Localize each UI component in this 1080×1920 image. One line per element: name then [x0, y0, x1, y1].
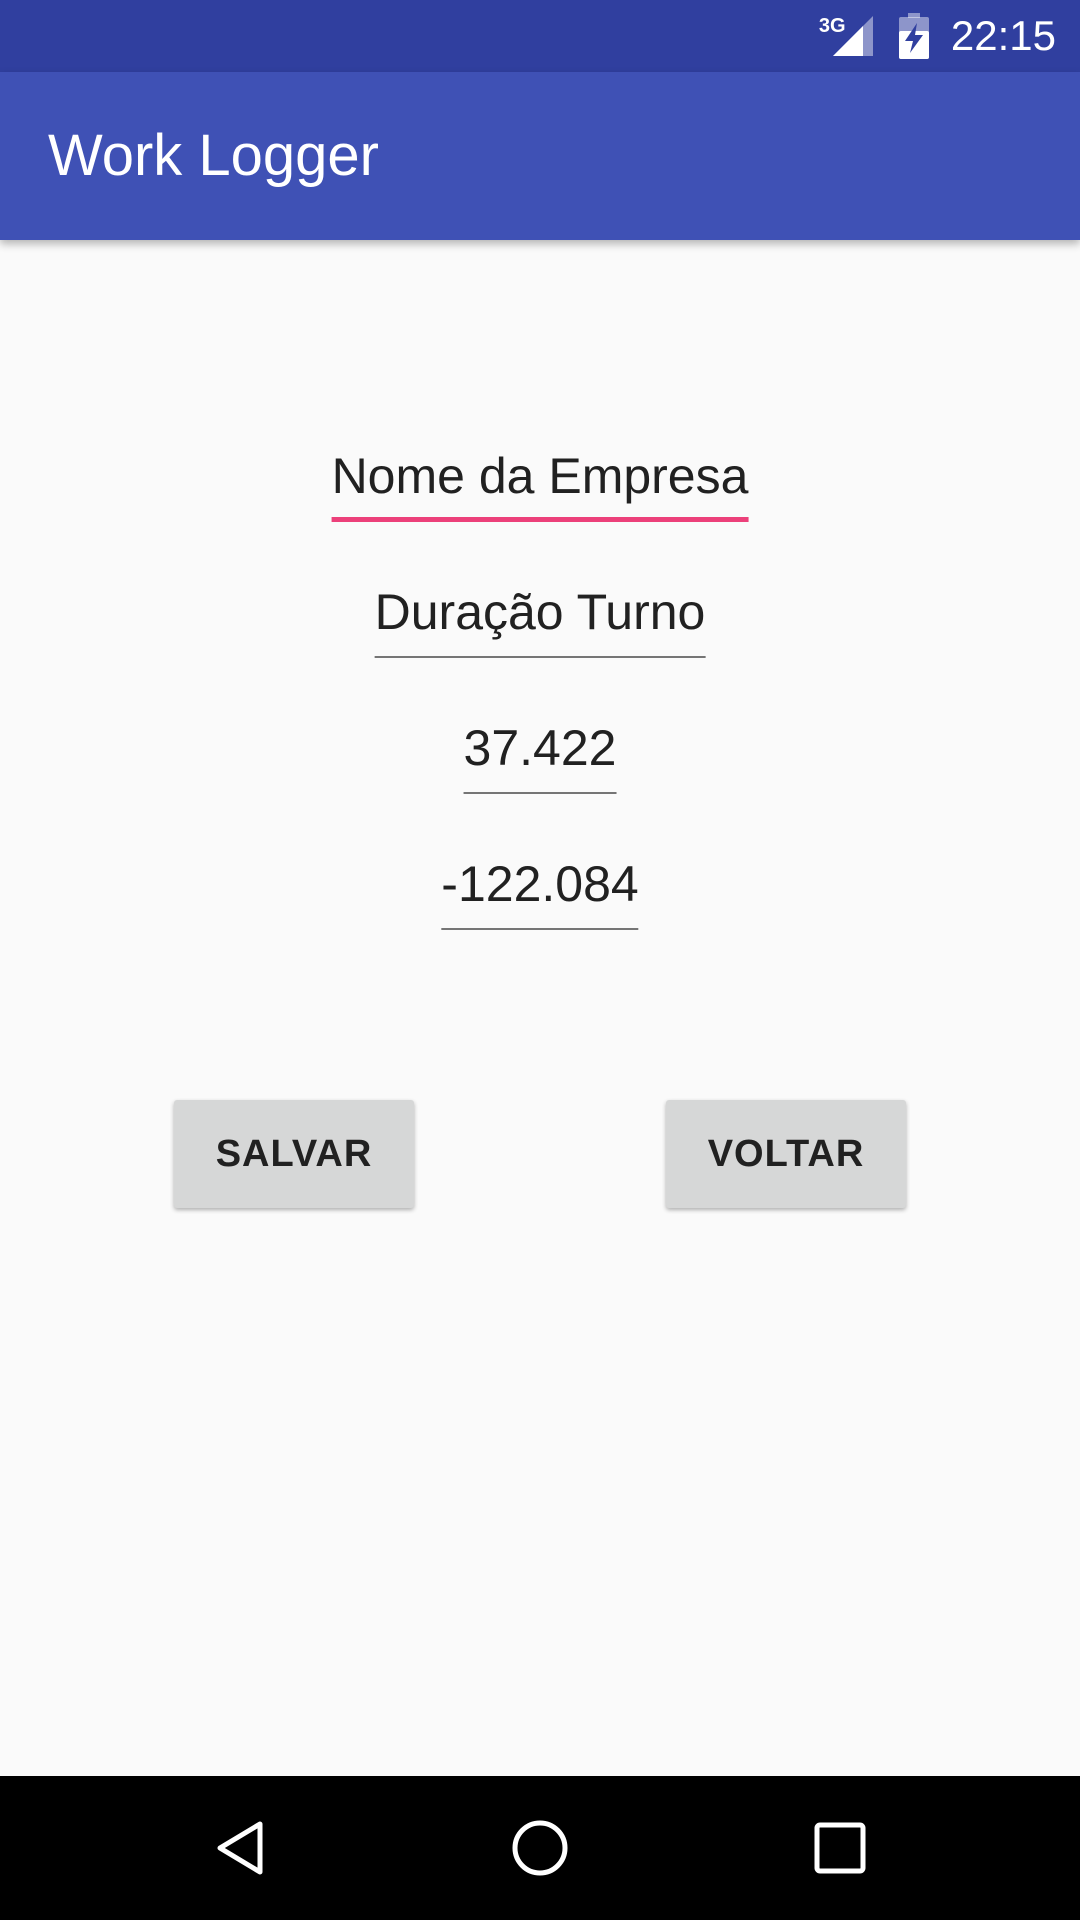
- clock: 22:15: [950, 12, 1056, 59]
- recents-icon[interactable]: [768, 1776, 912, 1920]
- longitude-field[interactable]: -122.084: [441, 854, 639, 930]
- signal-icon: 3G: [819, 14, 877, 58]
- home-icon[interactable]: [468, 1776, 612, 1920]
- status-bar: 3G 22:15: [0, 0, 1080, 72]
- app-title: Work Logger: [48, 123, 379, 188]
- save-button[interactable]: SALVAR: [174, 1100, 414, 1208]
- latitude-field[interactable]: 37.422: [463, 718, 617, 794]
- app-bar: Work Logger: [0, 72, 1080, 240]
- navigation-bar: [0, 1776, 1080, 1920]
- company-name-field[interactable]: Nome da Empresa: [331, 446, 749, 522]
- battery-charging-icon: [898, 13, 929, 59]
- status-icons: 3G 22:15: [819, 0, 1056, 72]
- back-button[interactable]: VOLTAR: [666, 1100, 906, 1208]
- shift-duration-field[interactable]: Duração Turno: [374, 582, 706, 658]
- back-icon[interactable]: [168, 1776, 312, 1920]
